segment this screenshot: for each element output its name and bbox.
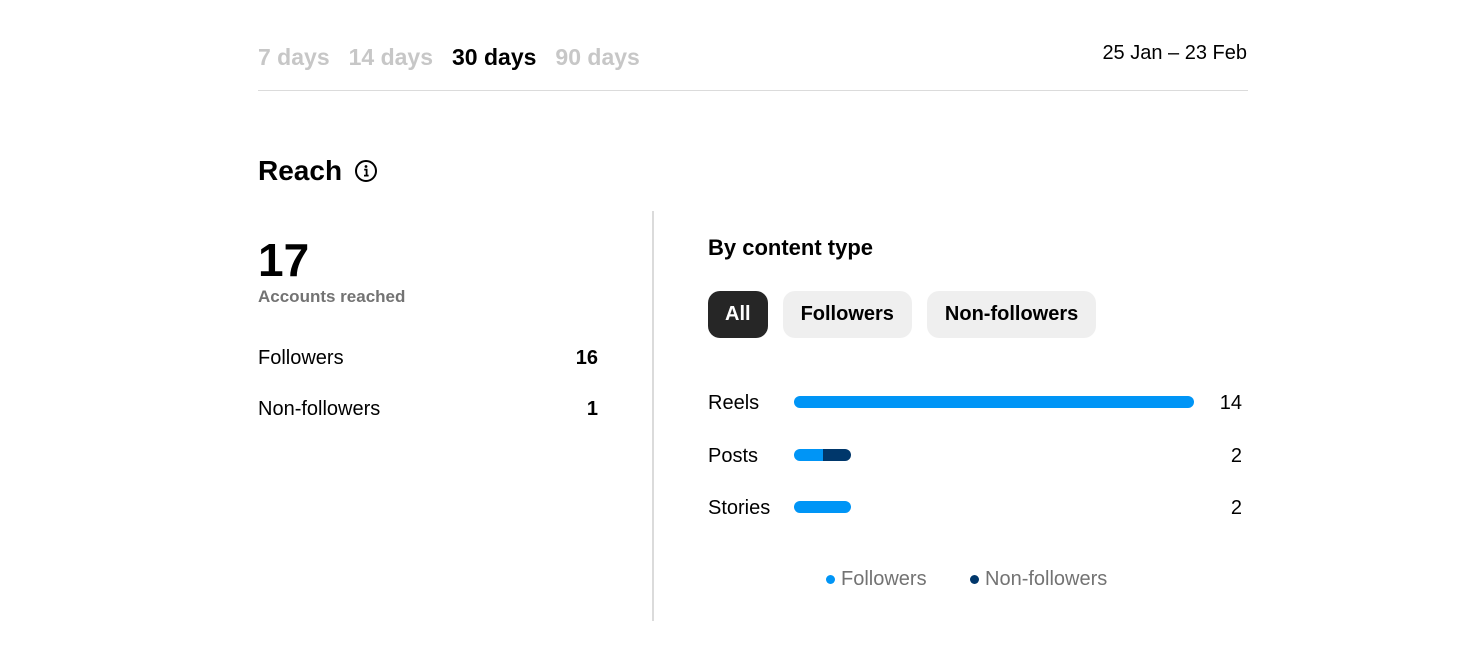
accounts-reached-label: Accounts reached	[258, 287, 406, 306]
bar-label: Stories	[708, 497, 771, 519]
bar-row-stories: Stories 2	[708, 495, 1242, 521]
bar-track	[794, 449, 1195, 461]
tab-7-days[interactable]: 7 days	[258, 40, 330, 74]
filter-non-followers-button[interactable]: Non-followers	[926, 291, 1097, 338]
non-followers-dot-icon	[970, 574, 979, 584]
bar-segment-followers	[794, 449, 823, 461]
bar-segment-followers	[794, 501, 852, 513]
followers-dot-icon	[826, 574, 835, 584]
legend-item-non-followers: Non-followers	[970, 566, 1107, 592]
content-filter-group: All Followers Non-followers	[708, 291, 1111, 338]
tab-14-days[interactable]: 14 days	[349, 40, 433, 74]
bar-segment-non-followers	[822, 449, 852, 461]
non-followers-stat-row: Non-followers 1	[258, 396, 598, 422]
period-tabs: 7 days 14 days 30 days 90 days	[258, 40, 659, 74]
tab-30-days[interactable]: 30 days	[452, 40, 536, 74]
info-icon[interactable]	[354, 159, 378, 183]
filter-all-button[interactable]: All	[708, 291, 768, 338]
followers-stat-row: Followers 16	[258, 345, 598, 371]
bar-value: 2	[1230, 445, 1242, 467]
bar-value: 14	[1219, 392, 1242, 414]
by-content-title: By content type	[708, 235, 874, 260]
date-range: 25 Jan – 23 Feb	[1102, 42, 1247, 64]
bar-segment-followers	[794, 396, 1195, 408]
legend-label: Followers	[841, 568, 927, 590]
header-divider	[258, 90, 1248, 91]
legend-item-followers: Followers	[826, 566, 927, 592]
bar-track	[794, 501, 1195, 513]
stat-label: Followers	[258, 347, 344, 369]
bar-row-posts: Posts 2	[708, 443, 1242, 469]
bar-row-reels: Reels 14	[708, 390, 1242, 416]
stat-value: 1	[586, 398, 598, 420]
tab-90-days[interactable]: 90 days	[555, 40, 639, 74]
reach-header: Reach	[258, 153, 378, 189]
bar-value: 2	[1230, 497, 1242, 519]
filter-followers-button[interactable]: Followers	[782, 291, 912, 338]
column-divider	[652, 211, 654, 621]
accounts-reached-count: 17	[258, 234, 310, 286]
bar-track	[794, 396, 1195, 408]
bar-label: Posts	[708, 445, 759, 467]
stat-value: 16	[575, 347, 598, 369]
legend-label: Non-followers	[985, 568, 1108, 590]
section-title: Reach	[258, 155, 343, 186]
stat-label: Non-followers	[258, 398, 381, 420]
bar-label: Reels	[708, 392, 760, 414]
